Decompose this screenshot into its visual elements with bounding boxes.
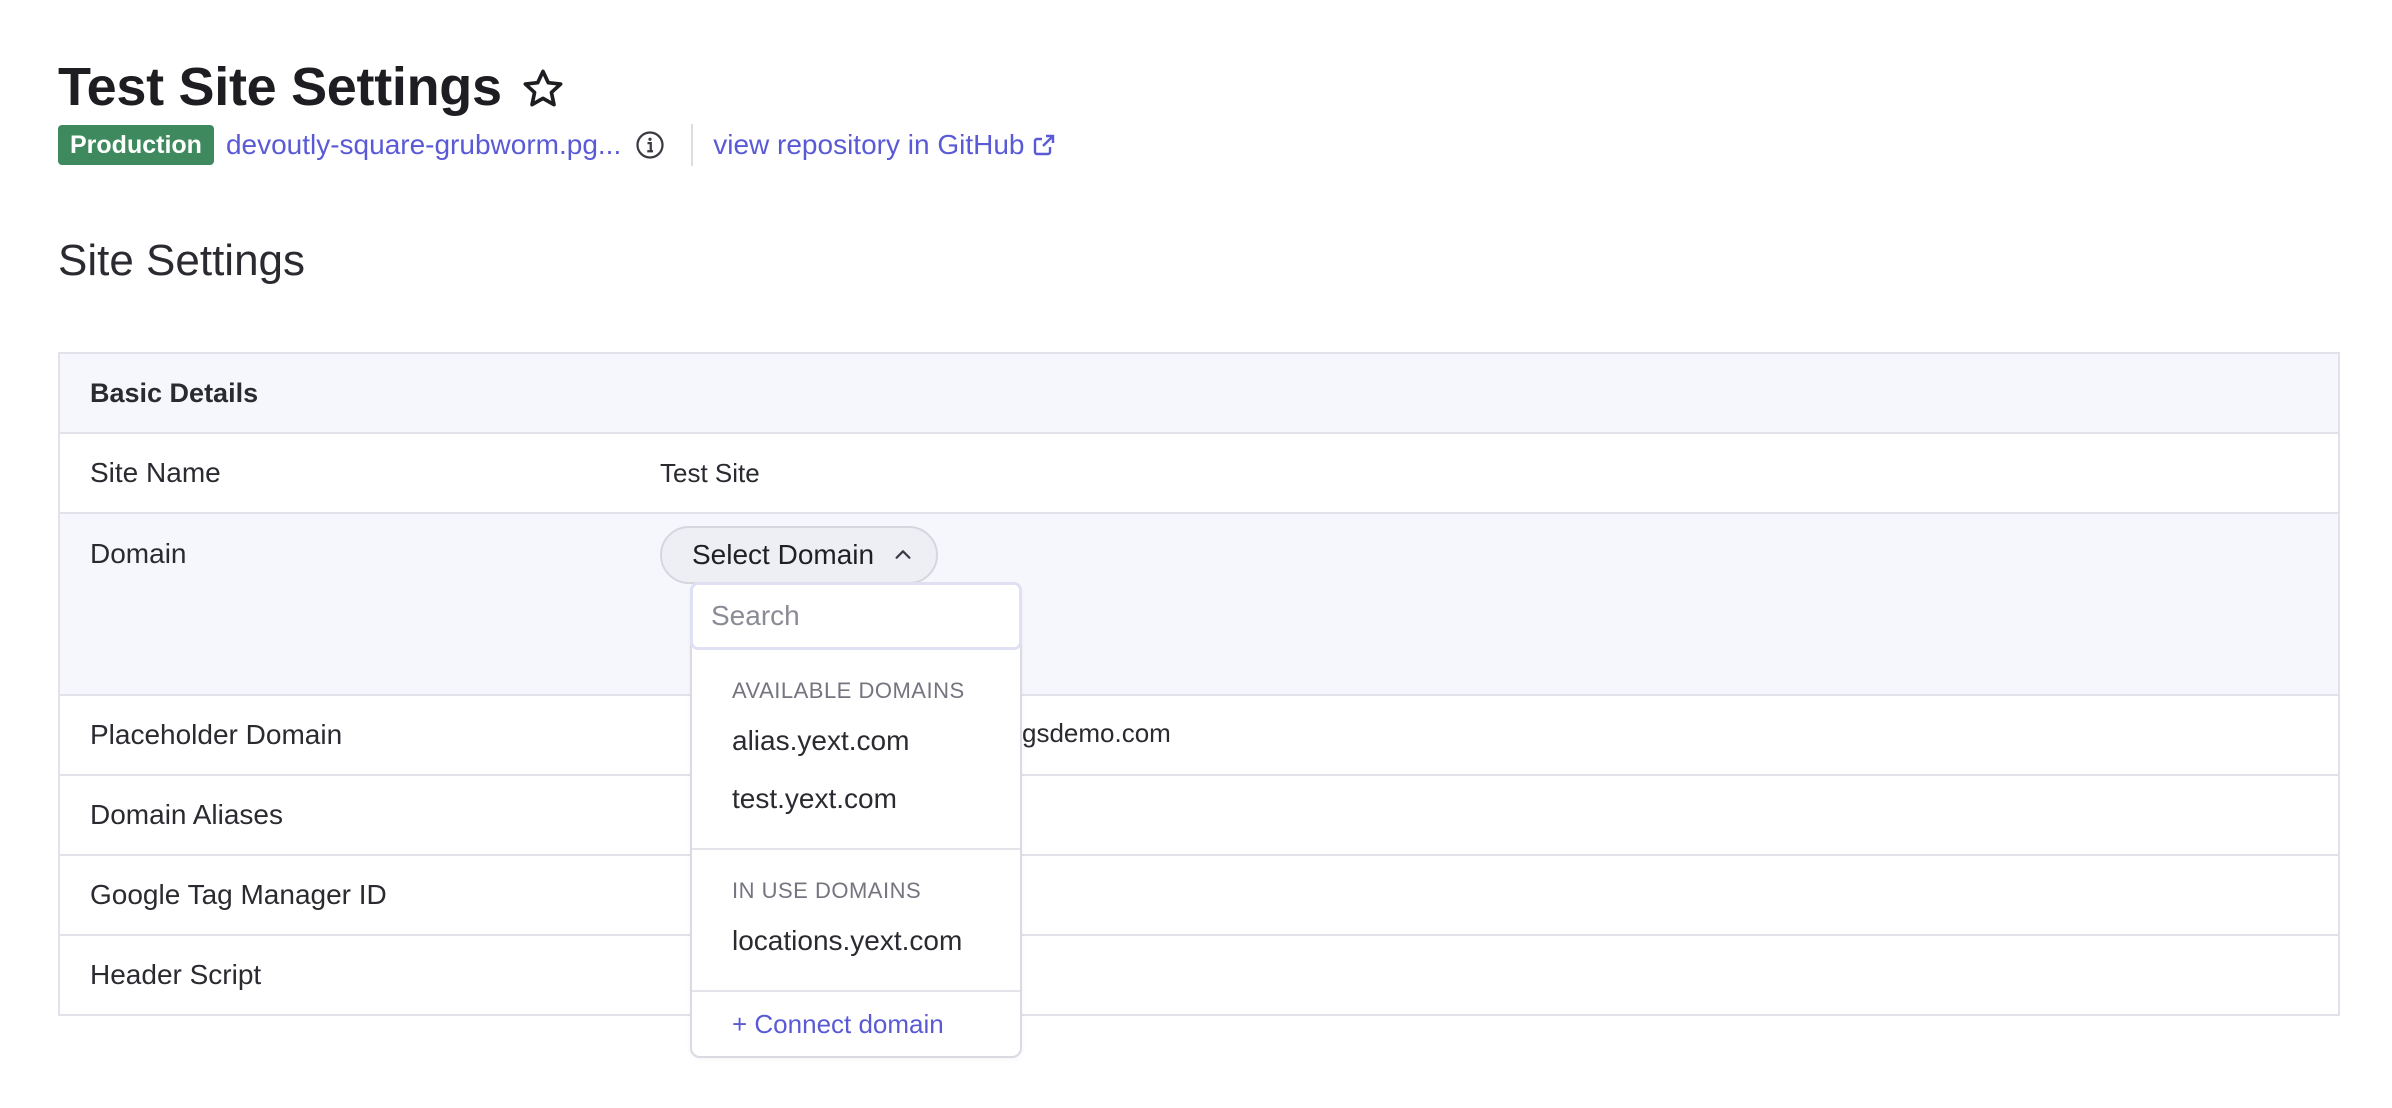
available-domains-group: AVAILABLE DOMAINS alias.yext.com test.ye…	[692, 650, 1020, 850]
row-label: Header Script	[90, 959, 262, 990]
row-label: Placeholder Domain	[90, 719, 343, 750]
domain-option[interactable]: test.yext.com	[692, 770, 1020, 828]
in-use-domains-group: IN USE DOMAINS locations.yext.com	[692, 850, 1020, 992]
table-row-google-tag-manager-id: Google Tag Manager ID	[60, 854, 2338, 934]
domain-dropdown: AVAILABLE DOMAINS alias.yext.com test.ye…	[690, 582, 1022, 1058]
table-row-site-name: Site Name Test Site	[60, 432, 2338, 512]
in-use-domains-label: IN USE DOMAINS	[732, 878, 922, 903]
row-value: Test Site	[660, 457, 760, 488]
page: Test Site Settings Production devoutly-s…	[0, 0, 2392, 1108]
star-icon[interactable]	[520, 66, 566, 112]
info-icon[interactable]	[635, 130, 665, 160]
row-label: Site Name	[90, 457, 221, 488]
table-row-domain-aliases: Domain Aliases	[60, 774, 2338, 854]
table-header: Basic Details	[60, 354, 2338, 432]
row-value: Select Domain	[660, 514, 939, 584]
select-domain-button[interactable]: Select Domain	[660, 526, 939, 584]
row-label: Domain	[90, 538, 187, 569]
basic-details-table: Basic Details Site Name Test Site Domain…	[58, 352, 2340, 1016]
table-row-domain: Domain Select Domain	[60, 512, 2338, 694]
chevron-up-icon	[895, 550, 911, 559]
domain-option[interactable]: locations.yext.com	[692, 912, 1020, 970]
domain-option[interactable]: alias.yext.com	[692, 712, 1020, 770]
meta-row: Production devoutly-square-grubworm.pg..…	[58, 124, 1056, 166]
external-link-icon	[1034, 134, 1055, 156]
connect-domain-button[interactable]: + Connect domain	[692, 992, 1020, 1056]
search-wrap	[690, 582, 1022, 650]
site-url-link[interactable]: devoutly-square-grubworm.pg...	[226, 129, 621, 161]
available-domains-label: AVAILABLE DOMAINS	[732, 678, 965, 703]
environment-badge: Production	[58, 125, 214, 165]
page-title: Test Site Settings	[58, 57, 502, 117]
section-title: Site Settings	[58, 236, 306, 285]
domain-search-input[interactable]	[711, 600, 1019, 632]
table-header-label: Basic Details	[90, 377, 259, 408]
github-link-label: view repository in GitHub	[713, 129, 1025, 160]
title-row: Test Site Settings	[58, 56, 566, 118]
github-link[interactable]: view repository in GitHub	[713, 129, 1056, 161]
divider	[691, 124, 694, 166]
table-row-header-script: Header Script	[60, 934, 2338, 1014]
row-label: Domain Aliases	[90, 799, 283, 830]
row-label: Google Tag Manager ID	[90, 879, 387, 910]
placeholder-domain-value: gsdemo.com	[1022, 718, 1171, 748]
select-domain-label: Select Domain	[692, 539, 875, 570]
table-row-placeholder-domain: Placeholder Domain	[60, 694, 2338, 774]
